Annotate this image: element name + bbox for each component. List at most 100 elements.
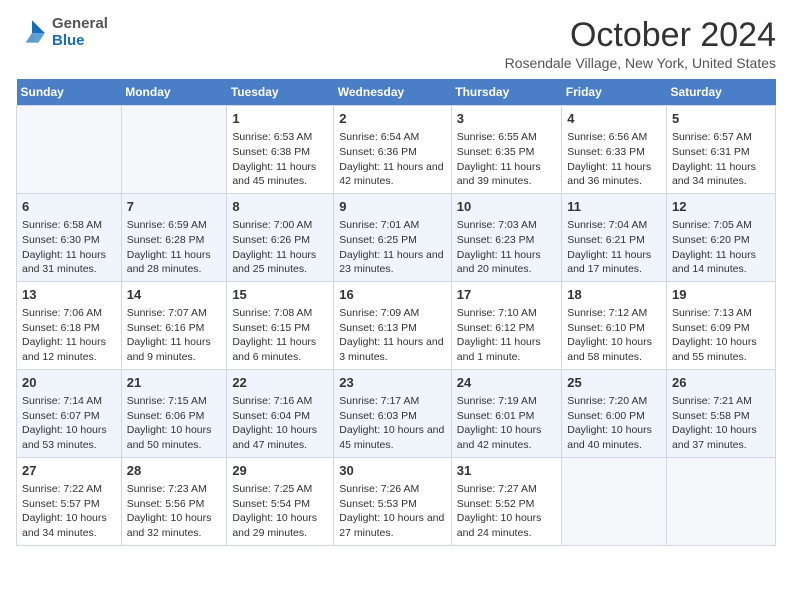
calendar-cell: 1 Sunrise: 6:53 AMSunset: 6:38 PMDaylight… xyxy=(227,106,334,194)
calendar-cell: 29 Sunrise: 7:25 AMSunset: 5:54 PMDayligh… xyxy=(227,457,334,545)
calendar-cell: 2 Sunrise: 6:54 AMSunset: 6:36 PMDaylight… xyxy=(334,106,452,194)
title-block: October 2024 Rosendale Village, New York… xyxy=(505,16,776,71)
day-info: Sunrise: 7:05 AMSunset: 6:20 PMDaylight:… xyxy=(672,218,770,277)
calendar-cell xyxy=(666,457,775,545)
calendar-cell: 27 Sunrise: 7:22 AMSunset: 5:57 PMDayligh… xyxy=(17,457,122,545)
weekday-header: Wednesday xyxy=(334,79,452,106)
calendar-cell xyxy=(121,106,227,194)
calendar-cell: 12 Sunrise: 7:05 AMSunset: 6:20 PMDayligh… xyxy=(666,193,775,281)
weekday-header: Tuesday xyxy=(227,79,334,106)
day-info: Sunrise: 7:26 AMSunset: 5:53 PMDaylight:… xyxy=(339,482,446,541)
day-number: 20 xyxy=(22,374,116,392)
day-info: Sunrise: 7:22 AMSunset: 5:57 PMDaylight:… xyxy=(22,482,116,541)
calendar-cell: 21 Sunrise: 7:15 AMSunset: 6:06 PMDayligh… xyxy=(121,369,227,457)
logo-icon xyxy=(16,17,48,49)
page-header: General Blue October 2024 Rosendale Vill… xyxy=(16,16,776,71)
day-number: 12 xyxy=(672,198,770,216)
calendar-cell: 19Sunrise: 7:13 AMSunset: 6:09 PMDayligh… xyxy=(666,281,775,369)
calendar-week-row: 20 Sunrise: 7:14 AMSunset: 6:07 PMDayligh… xyxy=(17,369,776,457)
day-info: Sunrise: 7:16 AMSunset: 6:04 PMDaylight:… xyxy=(232,394,328,453)
day-number: 28 xyxy=(127,462,222,480)
calendar-cell: 13 Sunrise: 7:06 AMSunset: 6:18 PMDayligh… xyxy=(17,281,122,369)
day-number: 9 xyxy=(339,198,446,216)
day-info: Sunrise: 7:04 AMSunset: 6:21 PMDaylight:… xyxy=(567,218,661,277)
day-info: Sunrise: 7:23 AMSunset: 5:56 PMDaylight:… xyxy=(127,482,222,541)
day-info: Sunrise: 6:58 AMSunset: 6:30 PMDaylight:… xyxy=(22,218,116,277)
day-info: Sunrise: 7:07 AMSunset: 6:16 PMDaylight:… xyxy=(127,306,222,365)
calendar-cell: 28 Sunrise: 7:23 AMSunset: 5:56 PMDayligh… xyxy=(121,457,227,545)
calendar-cell: 20 Sunrise: 7:14 AMSunset: 6:07 PMDayligh… xyxy=(17,369,122,457)
weekday-header-row: SundayMondayTuesdayWednesdayThursdayFrid… xyxy=(17,79,776,106)
day-info: Sunrise: 7:09 AMSunset: 6:13 PMDaylight:… xyxy=(339,306,446,365)
day-number: 15 xyxy=(232,286,328,304)
weekday-header: Sunday xyxy=(17,79,122,106)
weekday-header: Saturday xyxy=(666,79,775,106)
calendar-cell xyxy=(17,106,122,194)
day-info: Sunrise: 6:54 AMSunset: 6:36 PMDaylight:… xyxy=(339,130,446,189)
day-info: Sunrise: 7:17 AMSunset: 6:03 PMDaylight:… xyxy=(339,394,446,453)
day-number: 27 xyxy=(22,462,116,480)
day-number: 6 xyxy=(22,198,116,216)
weekday-header: Thursday xyxy=(451,79,561,106)
calendar-cell: 26Sunrise: 7:21 AMSunset: 5:58 PMDayligh… xyxy=(666,369,775,457)
calendar-week-row: 13 Sunrise: 7:06 AMSunset: 6:18 PMDayligh… xyxy=(17,281,776,369)
calendar-cell: 22 Sunrise: 7:16 AMSunset: 6:04 PMDayligh… xyxy=(227,369,334,457)
calendar-cell: 16 Sunrise: 7:09 AMSunset: 6:13 PMDayligh… xyxy=(334,281,452,369)
day-info: Sunrise: 7:06 AMSunset: 6:18 PMDaylight:… xyxy=(22,306,116,365)
day-info: Sunrise: 7:25 AMSunset: 5:54 PMDaylight:… xyxy=(232,482,328,541)
calendar-cell: 4 Sunrise: 6:56 AMSunset: 6:33 PMDaylight… xyxy=(562,106,667,194)
calendar-cell: 9 Sunrise: 7:01 AMSunset: 6:25 PMDaylight… xyxy=(334,193,452,281)
day-number: 17 xyxy=(457,286,556,304)
day-number: 13 xyxy=(22,286,116,304)
calendar-week-row: 1 Sunrise: 6:53 AMSunset: 6:38 PMDaylight… xyxy=(17,106,776,194)
day-number: 14 xyxy=(127,286,222,304)
day-number: 8 xyxy=(232,198,328,216)
calendar-cell: 25Sunrise: 7:20 AMSunset: 6:00 PMDayligh… xyxy=(562,369,667,457)
day-number: 2 xyxy=(339,110,446,128)
day-info: Sunrise: 7:27 AMSunset: 5:52 PMDaylight:… xyxy=(457,482,556,541)
calendar-week-row: 6 Sunrise: 6:58 AMSunset: 6:30 PMDaylight… xyxy=(17,193,776,281)
day-info: Sunrise: 7:08 AMSunset: 6:15 PMDaylight:… xyxy=(232,306,328,365)
day-number: 16 xyxy=(339,286,446,304)
calendar-week-row: 27 Sunrise: 7:22 AMSunset: 5:57 PMDayligh… xyxy=(17,457,776,545)
day-info: Sunrise: 6:59 AMSunset: 6:28 PMDaylight:… xyxy=(127,218,222,277)
calendar-cell: 14 Sunrise: 7:07 AMSunset: 6:16 PMDayligh… xyxy=(121,281,227,369)
day-number: 22 xyxy=(232,374,328,392)
day-number: 26 xyxy=(672,374,770,392)
logo-text: General Blue xyxy=(52,16,108,49)
day-number: 3 xyxy=(457,110,556,128)
day-info: Sunrise: 7:15 AMSunset: 6:06 PMDaylight:… xyxy=(127,394,222,453)
day-number: 1 xyxy=(232,110,328,128)
day-info: Sunrise: 7:14 AMSunset: 6:07 PMDaylight:… xyxy=(22,394,116,453)
day-info: Sunrise: 7:01 AMSunset: 6:25 PMDaylight:… xyxy=(339,218,446,277)
calendar-cell: 8Sunrise: 7:00 AMSunset: 6:26 PMDaylight… xyxy=(227,193,334,281)
calendar-cell xyxy=(562,457,667,545)
day-number: 4 xyxy=(567,110,661,128)
day-number: 21 xyxy=(127,374,222,392)
day-info: Sunrise: 6:55 AMSunset: 6:35 PMDaylight:… xyxy=(457,130,556,189)
day-number: 29 xyxy=(232,462,328,480)
day-number: 19 xyxy=(672,286,770,304)
calendar-cell: 15 Sunrise: 7:08 AMSunset: 6:15 PMDayligh… xyxy=(227,281,334,369)
weekday-header: Friday xyxy=(562,79,667,106)
logo: General Blue xyxy=(16,16,108,49)
calendar-cell: 11Sunrise: 7:04 AMSunset: 6:21 PMDayligh… xyxy=(562,193,667,281)
calendar-table: SundayMondayTuesdayWednesdayThursdayFrid… xyxy=(16,79,776,546)
day-info: Sunrise: 7:20 AMSunset: 6:00 PMDaylight:… xyxy=(567,394,661,453)
day-info: Sunrise: 6:53 AMSunset: 6:38 PMDaylight:… xyxy=(232,130,328,189)
day-number: 24 xyxy=(457,374,556,392)
calendar-cell: 17 Sunrise: 7:10 AMSunset: 6:12 PMDayligh… xyxy=(451,281,561,369)
day-number: 5 xyxy=(672,110,770,128)
day-number: 31 xyxy=(457,462,556,480)
day-number: 10 xyxy=(457,198,556,216)
day-info: Sunrise: 6:57 AMSunset: 6:31 PMDaylight:… xyxy=(672,130,770,189)
day-info: Sunrise: 7:19 AMSunset: 6:01 PMDaylight:… xyxy=(457,394,556,453)
calendar-cell: 23 Sunrise: 7:17 AMSunset: 6:03 PMDayligh… xyxy=(334,369,452,457)
calendar-cell: 6 Sunrise: 6:58 AMSunset: 6:30 PMDaylight… xyxy=(17,193,122,281)
calendar-cell: 7Sunrise: 6:59 AMSunset: 6:28 PMDaylight… xyxy=(121,193,227,281)
day-info: Sunrise: 7:12 AMSunset: 6:10 PMDaylight:… xyxy=(567,306,661,365)
day-info: Sunrise: 7:10 AMSunset: 6:12 PMDaylight:… xyxy=(457,306,556,365)
day-info: Sunrise: 6:56 AMSunset: 6:33 PMDaylight:… xyxy=(567,130,661,189)
calendar-cell: 3 Sunrise: 6:55 AMSunset: 6:35 PMDaylight… xyxy=(451,106,561,194)
day-number: 23 xyxy=(339,374,446,392)
